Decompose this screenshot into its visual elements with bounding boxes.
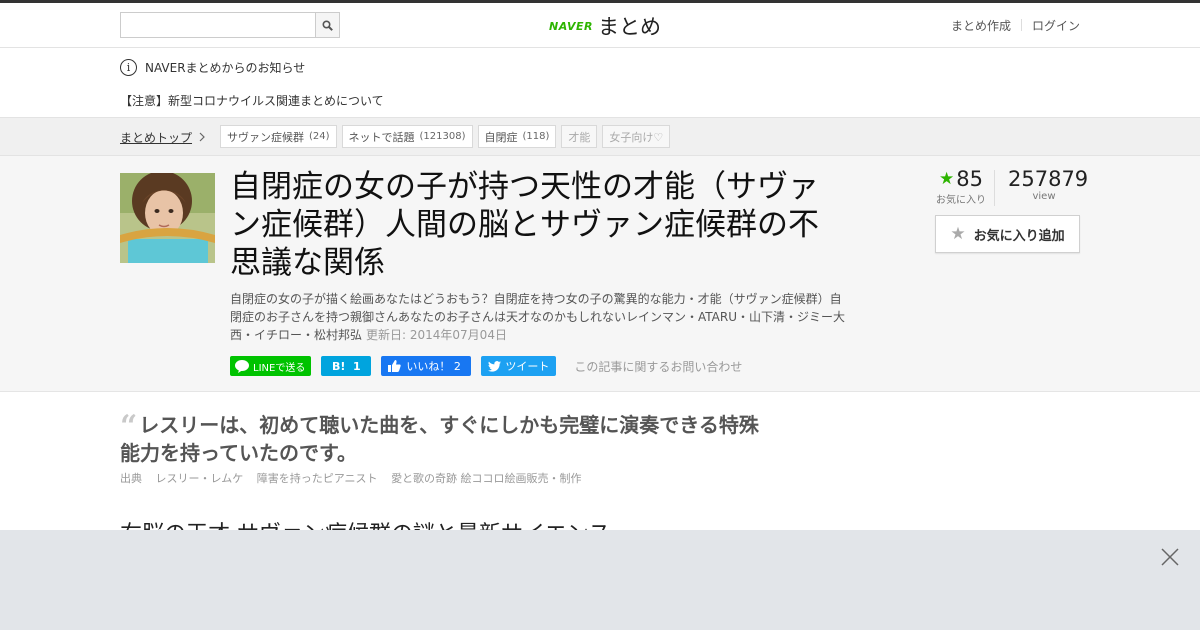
- line-share-label: LINEで送る: [253, 362, 306, 374]
- facebook-like-button[interactable]: いいね！ 2: [381, 356, 472, 376]
- tag-item[interactable]: 才能: [561, 125, 598, 148]
- favorite-label: お気に入り: [936, 195, 986, 206]
- article-title: 自閉症の女の子が持つ天性の才能（サヴァン症候群）人間の脳とサヴァン症候群の不思議…: [230, 169, 819, 281]
- facebook-like-count: 2: [453, 359, 461, 373]
- chevron-right-icon: [199, 131, 205, 145]
- updated-date: 更新日: 2014年07月04日: [366, 328, 507, 342]
- tag-item[interactable]: 女子向け♡: [602, 125, 671, 148]
- logo-text: まとめ: [597, 15, 661, 39]
- breadcrumb[interactable]: まとめトップ: [120, 129, 205, 146]
- add-favorite-button[interactable]: ★ お気に入り追加: [935, 215, 1080, 253]
- article-header: 自閉症の女の子が持つ天性の才能（サヴァン症候群）人間の脳とサヴァン症候群の不思議…: [0, 156, 1200, 392]
- quote-block: “レスリーは、初めて聴いた曲を、すぐにしかも完璧に演奏できる特殊能力を持っていた…: [120, 412, 760, 467]
- notice-title-row: i NAVERまとめからのお知らせ: [120, 59, 305, 76]
- article-body: “レスリーは、初めて聴いた曲を、すぐにしかも完璧に演奏できる特殊能力を持っていた…: [0, 392, 1200, 548]
- tag-label: 自閉症: [484, 130, 518, 144]
- view-count: 257879: [1008, 167, 1089, 191]
- notice-title: NAVERまとめからのお知らせ: [145, 61, 306, 75]
- twitter-tweet-label: ツイート: [505, 360, 550, 373]
- tag-label: 女子向け♡: [609, 130, 664, 144]
- create-matome-link[interactable]: まとめ作成: [941, 17, 1021, 34]
- tag-count: (24): [309, 131, 330, 142]
- stat-divider: [994, 170, 995, 206]
- contact-link[interactable]: この記事に関するお問い合わせ: [574, 358, 742, 375]
- search-form: [120, 12, 340, 38]
- info-icon: i: [120, 59, 137, 76]
- quote-source: 出典 レスリー・レムケ 障害を持ったピアニスト 愛と歌の奇跡 絵ココロ絵画販売・…: [120, 470, 592, 486]
- tag-label: ネットで話題: [348, 130, 415, 144]
- view-label: view: [1032, 191, 1056, 202]
- twitter-tweet-button[interactable]: ツイート: [481, 356, 557, 376]
- tag-item[interactable]: サヴァン症候群 (24): [220, 125, 337, 148]
- favorite-count: 85: [956, 167, 983, 191]
- description-text: 自閉症の女の子が描く絵画あなたはどうおもう？自閉症を持つ女の子の驚異的な能力・才…: [230, 292, 846, 342]
- star-icon: ★: [939, 169, 955, 189]
- site-header: NAVER まとめ まとめ作成 ログイン: [0, 3, 1200, 48]
- tag-count: (121308): [419, 131, 466, 142]
- breadcrumb-top-link[interactable]: まとめトップ: [120, 129, 192, 146]
- source-link[interactable]: 愛と歌の奇跡 絵ココロ絵画販売・制作: [391, 472, 582, 485]
- tag-list: サヴァン症候群 (24) ネットで話題 (121308) 自閉症 (118) 才能 女…: [220, 125, 675, 148]
- hatena-icon: B!: [331, 359, 346, 373]
- facebook-like-label: いいね！: [406, 360, 451, 373]
- site-logo[interactable]: NAVER まとめ: [549, 11, 661, 41]
- article-thumbnail: [120, 173, 215, 263]
- tag-item[interactable]: 自閉症 (118): [477, 125, 557, 148]
- line-share-button[interactable]: LINEで送る: [230, 356, 312, 376]
- article-description: 自閉症の女の子が描く絵画あなたはどうおもう？自閉症を持つ女の子の驚異的な能力・才…: [230, 290, 850, 344]
- quote-text: レスリーは、初めて聴いた曲を、すぐにしかも完璧に演奏できる特殊能力を持っていたの…: [120, 413, 759, 465]
- thumbs-up-icon: [388, 360, 401, 372]
- search-icon: [322, 19, 333, 31]
- quote-mark-icon: “: [120, 409, 138, 444]
- source-link[interactable]: レスリー・レムケ: [156, 472, 244, 485]
- hatena-bookmark-button[interactable]: B! 1: [321, 356, 372, 376]
- search-button[interactable]: [315, 12, 340, 38]
- close-icon[interactable]: [1160, 547, 1180, 567]
- header-nav: まとめ作成 ログイン: [941, 17, 1080, 34]
- tag-label: 才能: [568, 130, 591, 144]
- line-icon: [235, 360, 249, 373]
- star-outline-icon: ★: [950, 224, 966, 244]
- notice-item-link[interactable]: 【注意】新型コロナウイルス関連まとめについて: [120, 92, 384, 109]
- add-favorite-label: お気に入り追加: [973, 228, 1065, 244]
- article-stats: ★ 85 お気に入り 257879 view: [928, 167, 1089, 206]
- tag-item[interactable]: ネットで話題 (121308): [341, 125, 473, 148]
- notice-section: i NAVERまとめからのお知らせ 【注意】新型コロナウイルス関連まとめについて: [0, 48, 1200, 118]
- source-link[interactable]: 障害を持ったピアニスト: [257, 472, 378, 485]
- share-bar: LINEで送る B! 1 いいね！ 2 ツイート この記事に関するお問い合わせ: [230, 356, 742, 376]
- login-link[interactable]: ログイン: [1022, 17, 1080, 34]
- tag-bar: まとめトップ サヴァン症候群 (24) ネットで話題 (121308) 自閉症 (11…: [0, 118, 1200, 156]
- tag-label: サヴァン症候群: [227, 130, 304, 144]
- search-input[interactable]: [120, 12, 315, 38]
- logo-brand: NAVER: [549, 19, 593, 33]
- hatena-count: 1: [353, 359, 361, 373]
- view-stat: 257879 view: [1008, 167, 1089, 206]
- tag-count: (118): [522, 131, 550, 142]
- ad-overlay: [0, 530, 1200, 630]
- source-prefix: 出典: [120, 472, 142, 485]
- twitter-bird-icon: [488, 360, 502, 372]
- favorite-stat: ★ 85 お気に入り: [928, 167, 994, 206]
